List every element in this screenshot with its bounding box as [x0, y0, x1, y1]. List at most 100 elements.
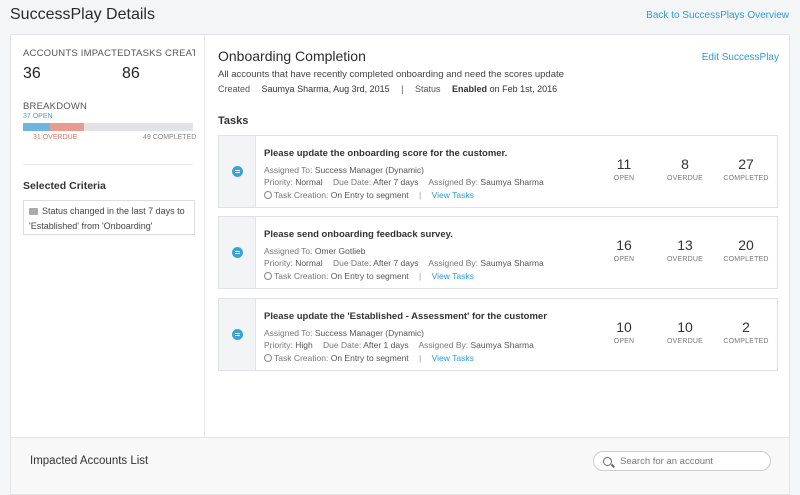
task-card[interactable]: Please update the onboarding score for t… — [218, 135, 778, 208]
clock-icon — [264, 272, 272, 280]
task-creation-value: On Entry to segment — [330, 353, 409, 363]
divider — [23, 164, 193, 165]
open-count: 10 — [616, 319, 632, 335]
task-separator: | — [419, 353, 422, 363]
assigned-by-label: Assigned By: — [428, 258, 479, 268]
task-list-icon — [232, 166, 243, 177]
page-title: SuccessPlay Details — [10, 6, 155, 23]
details-card: ACCOUNTS IMPACTEDTASKS CREAT... 36 86 BR… — [10, 34, 790, 438]
task-list-icon — [232, 329, 243, 340]
priority-value: Normal — [295, 177, 323, 187]
meta-divider: | — [401, 84, 404, 94]
assigned-by-value: Saumya Sharma — [480, 258, 544, 268]
view-tasks-link[interactable]: View Tasks — [432, 190, 474, 200]
completed-count: 2 — [742, 319, 750, 335]
criteria-text: Status changed in the last 7 days to 'Es… — [29, 206, 185, 231]
task-overdue-stat: 13 OVERDUE — [660, 237, 710, 263]
status-enabled: Enabled — [452, 84, 488, 94]
task-details: Priority: Normal Due Date: After 7 days … — [264, 177, 544, 187]
task-open-stat: 10 OPEN — [599, 319, 649, 345]
due-date-label: Due Date: — [332, 258, 372, 268]
accounts-impacted-value: 36 — [23, 65, 41, 82]
completed-label: COMPLETED — [723, 338, 769, 345]
task-overdue-stat: 10 OVERDUE — [660, 319, 710, 345]
priority-value: High — [295, 340, 313, 350]
task-completed-stat: 20 COMPLETED — [721, 237, 771, 263]
task-open-stat: 16 OPEN — [599, 237, 649, 263]
task-creation: Task Creation: On Entry to segment | Vie… — [264, 271, 474, 281]
task-completed-stat: 27 COMPLETED — [721, 156, 771, 182]
status-label: Status — [415, 84, 441, 94]
view-tasks-link[interactable]: View Tasks — [432, 271, 474, 281]
overdue-count: 10 — [677, 319, 693, 335]
priority-label: Priority: — [264, 177, 293, 187]
assigned-to-label: Assigned To: — [264, 246, 313, 256]
clock-icon — [264, 354, 272, 362]
account-search[interactable] — [593, 451, 771, 471]
overdue-label: OVERDUE — [666, 175, 704, 182]
selected-criteria-title: Selected Criteria — [23, 180, 106, 192]
overdue-count: 13 — [677, 237, 693, 253]
successplay-panel: Onboarding Completion Edit SuccessPlay A… — [206, 35, 789, 437]
task-title: Please send onboarding feedback survey. — [264, 229, 453, 240]
task-icon-column — [219, 217, 256, 288]
open-count: 11 — [616, 156, 632, 172]
task-creation-value: On Entry to segment — [330, 271, 409, 281]
due-date-value: After 1 days — [363, 340, 409, 350]
breakdown-label: BREAKDOWN — [23, 101, 88, 112]
status-date: on Feb 1st, 2016 — [487, 84, 558, 94]
task-creation-value: On Entry to segment — [330, 190, 409, 200]
task-separator: | — [419, 190, 422, 200]
assigned-by-value: Saumya Sharma — [470, 340, 534, 350]
task-list-icon — [232, 247, 243, 258]
back-to-overview-link[interactable]: Back to SuccessPlays Overview — [646, 10, 789, 21]
status-value: Enabled on Feb 1st, 2016 — [452, 84, 566, 94]
task-card[interactable]: Please send onboarding feedback survey. … — [218, 216, 778, 289]
open-label: OPEN — [613, 175, 635, 182]
created-label: Created — [218, 84, 251, 94]
due-date-label: Due Date: — [332, 177, 372, 187]
edit-successplay-link[interactable]: Edit SuccessPlay — [702, 52, 779, 63]
task-details: Priority: High Due Date: After 1 days As… — [264, 340, 534, 350]
task-separator: | — [419, 271, 422, 281]
due-date-label: Due Date: — [323, 340, 362, 350]
task-creation: Task Creation: On Entry to segment | Vie… — [264, 190, 474, 200]
task-creation-label: Task Creation: — [274, 190, 329, 200]
impacted-accounts-title: Impacted Accounts List — [30, 455, 149, 467]
priority-value: Normal — [295, 258, 323, 268]
task-creation: Task Creation: On Entry to segment | Vie… — [264, 353, 474, 363]
search-input[interactable] — [620, 454, 765, 469]
overdue-count-label: 31 OVERDUE — [33, 134, 78, 141]
task-title: Please update the 'Established - Assessm… — [264, 311, 547, 322]
breakdown-overdue-segment — [50, 123, 84, 131]
search-icon — [603, 457, 612, 466]
completed-count-label: 49 COMPLETED — [143, 134, 197, 141]
folder-icon — [29, 208, 38, 216]
tasks-title: Tasks — [218, 115, 249, 127]
assigned-by-value: Saumya Sharma — [480, 177, 544, 187]
overdue-label: OVERDUE — [666, 338, 704, 345]
impacted-accounts-section: Impacted Accounts List — [10, 438, 790, 495]
task-icon-column — [219, 136, 256, 207]
overdue-count: 8 — [681, 156, 689, 172]
breakdown-open-segment — [23, 123, 50, 131]
successplay-title: Onboarding Completion — [218, 48, 366, 64]
task-title: Please update the onboarding score for t… — [264, 148, 508, 159]
tasks-created-value: 86 — [122, 65, 140, 82]
task-creation-label: Task Creation: — [274, 353, 329, 363]
created-value: Saumya Sharma, Aug 3rd, 2015 — [261, 84, 390, 94]
assigned-by-label: Assigned By: — [428, 177, 479, 187]
breakdown-bar — [23, 123, 193, 131]
task-creation-label: Task Creation: — [274, 271, 329, 281]
view-tasks-link[interactable]: View Tasks — [432, 353, 474, 363]
open-count-label: 37 OPEN — [23, 113, 53, 120]
assigned-by-label: Assigned By: — [418, 340, 469, 350]
kpi-labels: ACCOUNTS IMPACTEDTASKS CREAT... — [23, 48, 195, 59]
task-card[interactable]: Please update the 'Established - Assessm… — [218, 298, 778, 371]
assigned-to-label: Assigned To: — [264, 328, 313, 338]
due-date-value: After 7 days — [373, 258, 419, 268]
successplay-meta: Created Saumya Sharma, Aug 3rd, 2015 | S… — [218, 84, 566, 94]
assigned-to-value: Success Manager (Dynamic) — [314, 328, 425, 338]
completed-label: COMPLETED — [723, 256, 769, 263]
open-label: OPEN — [613, 338, 635, 345]
